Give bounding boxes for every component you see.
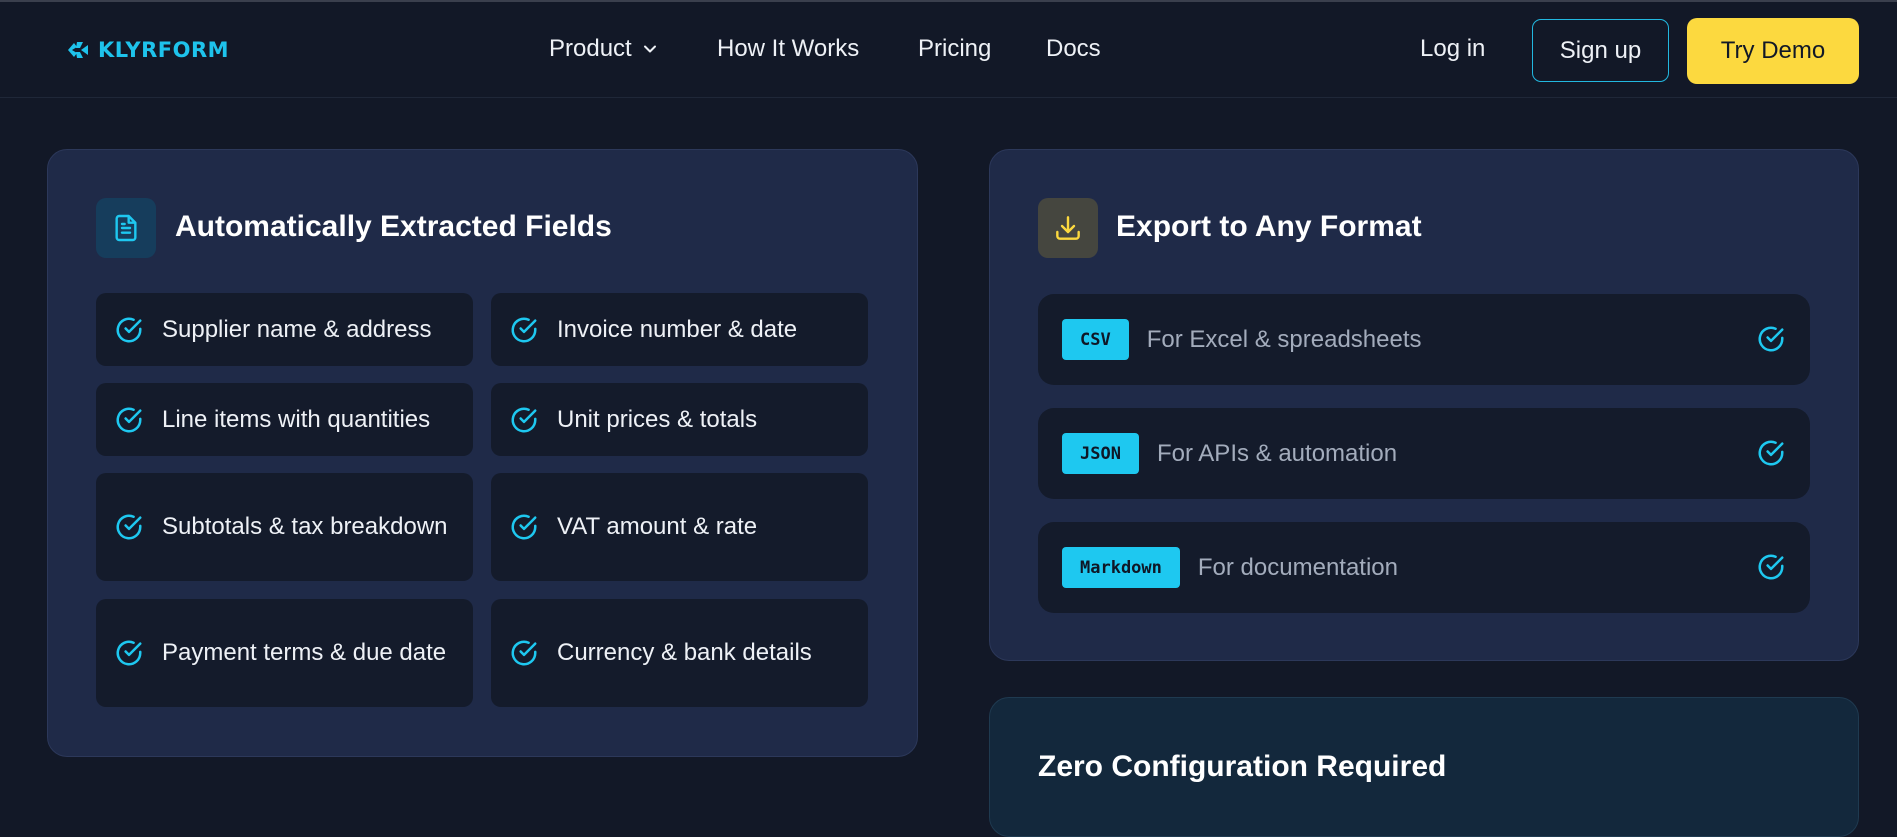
field-item-label: Currency & bank details: [557, 639, 812, 666]
check-circle-icon: [1756, 552, 1786, 582]
check-circle-icon: [509, 638, 539, 668]
check-circle-icon: [114, 512, 144, 542]
field-item: Unit prices & totals: [491, 383, 868, 456]
nav-docs[interactable]: Docs: [1046, 35, 1101, 63]
field-item: Subtotals & tax breakdown: [96, 473, 473, 581]
document-icon: [115, 214, 137, 242]
zero-config-card: Zero Configuration Required: [989, 697, 1859, 837]
nav-how-it-works[interactable]: How It Works: [717, 35, 859, 63]
login-link[interactable]: Log in: [1420, 35, 1485, 63]
check-circle-icon: [114, 405, 144, 435]
chevron-down-icon: [643, 45, 656, 53]
check-circle-icon: [114, 315, 144, 345]
format-row-csv[interactable]: CSV For Excel & spreadsheets: [1038, 294, 1810, 385]
check-circle-icon: [509, 405, 539, 435]
brand-logo[interactable]: KLYRFORM: [66, 38, 229, 62]
check-circle-icon: [1756, 438, 1786, 468]
nav-how-it-works-label: How It Works: [717, 35, 860, 62]
field-item: Invoice number & date: [491, 293, 868, 366]
field-item-label: Subtotals & tax breakdown: [162, 513, 448, 540]
field-item-label: VAT amount & rate: [557, 513, 758, 540]
try-demo-button[interactable]: Try Demo: [1687, 18, 1859, 84]
nav-product[interactable]: Product: [549, 35, 658, 63]
format-badge: Markdown: [1062, 547, 1180, 588]
brand-name: KLYRFORM: [98, 38, 230, 62]
extracted-fields-title: Automatically Extracted Fields: [175, 210, 612, 243]
site-header: KLYRFORM Product How It Works Pricing Do…: [0, 2, 1897, 98]
extracted-fields-card: Automatically Extracted Fields Supplier …: [47, 149, 918, 757]
klyrform-logo-icon: [68, 42, 88, 58]
field-item: Currency & bank details: [491, 599, 868, 707]
field-item: Payment terms & due date: [96, 599, 473, 707]
check-circle-icon: [509, 315, 539, 345]
field-item-label: Payment terms & due date: [162, 639, 447, 666]
nav-product-label: Product: [549, 35, 632, 62]
export-formats-title: Export to Any Format: [1116, 210, 1422, 243]
download-icon: [1056, 216, 1080, 240]
nav-docs-label: Docs: [1046, 35, 1101, 62]
field-item: VAT amount & rate: [491, 473, 868, 581]
format-row-json[interactable]: JSON For APIs & automation: [1038, 408, 1810, 499]
check-circle-icon: [1756, 324, 1786, 354]
format-row-markdown[interactable]: Markdown For documentation: [1038, 522, 1810, 613]
field-item: Line items with quantities: [96, 383, 473, 456]
nav-pricing-label: Pricing: [918, 35, 992, 62]
format-description: For documentation: [1197, 553, 1398, 581]
format-badge: CSV: [1062, 319, 1129, 360]
field-item-label: Supplier name & address: [162, 315, 432, 343]
download-icon-box: [1038, 198, 1098, 258]
check-circle-icon: [114, 638, 144, 668]
format-description: For Excel & spreadsheets: [1146, 325, 1422, 353]
document-icon-box: [96, 198, 156, 258]
field-item-label: Unit prices & totals: [557, 405, 758, 433]
format-description: For APIs & automation: [1156, 439, 1398, 467]
format-badge: JSON: [1062, 433, 1139, 474]
field-item-label: Line items with quantities: [162, 405, 431, 433]
nav-pricing[interactable]: Pricing: [918, 35, 991, 63]
zero-config-title: Zero Configuration Required: [1038, 750, 1447, 783]
signup-button[interactable]: Sign up: [1532, 19, 1669, 82]
field-item: Supplier name & address: [96, 293, 473, 366]
check-circle-icon: [509, 512, 539, 542]
export-formats-card: Export to Any Format CSV For Excel & spre…: [989, 149, 1859, 661]
field-item-label: Invoice number & date: [557, 315, 798, 343]
